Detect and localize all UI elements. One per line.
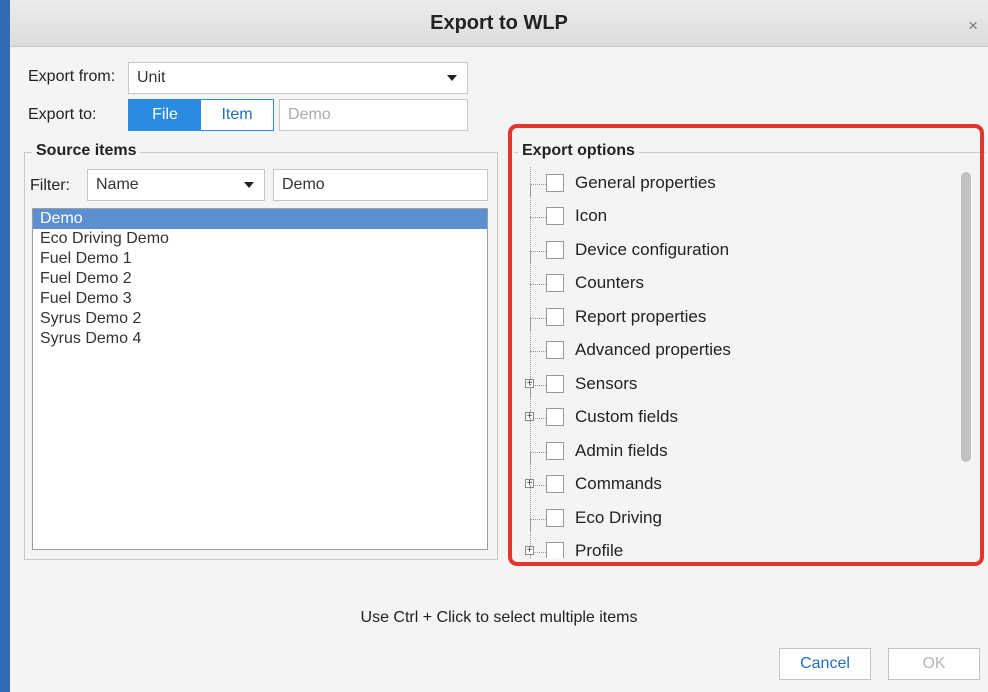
- filter-field-select[interactable]: Name: [87, 169, 265, 201]
- export-from-select[interactable]: Unit: [128, 62, 468, 94]
- export-dialog: Export to WLP × Export from: Unit Export…: [10, 0, 988, 692]
- export-name-input[interactable]: Demo: [279, 99, 468, 131]
- list-item[interactable]: Demo: [33, 209, 487, 229]
- close-icon[interactable]: ×: [968, 16, 978, 36]
- source-items-title: Source items: [32, 142, 141, 160]
- filter-field-value: Name: [96, 176, 139, 193]
- export-options-highlight-box: [508, 124, 984, 566]
- export-to-item-button[interactable]: Item: [201, 100, 273, 130]
- list-item[interactable]: Fuel Demo 2: [33, 269, 487, 289]
- filter-input[interactable]: Demo: [273, 169, 488, 201]
- dialog-titlebar: Export to WLP ×: [10, 0, 988, 47]
- filter-value: Demo: [282, 176, 325, 193]
- export-from-label: Export from:: [28, 68, 116, 85]
- export-to-label: Export to:: [28, 106, 97, 123]
- source-items-list: Demo Eco Driving Demo Fuel Demo 1 Fuel D…: [32, 208, 488, 550]
- ok-button[interactable]: OK: [888, 648, 980, 680]
- list-item[interactable]: Fuel Demo 1: [33, 249, 487, 269]
- list-item[interactable]: Eco Driving Demo: [33, 229, 487, 249]
- export-to-toggle: File Item: [128, 99, 274, 131]
- list-item[interactable]: Fuel Demo 3: [33, 289, 487, 309]
- export-from-value: Unit: [137, 69, 166, 86]
- filter-label: Filter:: [30, 177, 70, 194]
- export-to-file-button[interactable]: File: [129, 100, 201, 130]
- list-item[interactable]: Syrus Demo 4: [33, 329, 487, 349]
- multi-select-hint: Use Ctrl + Click to select multiple item…: [360, 609, 638, 626]
- chevron-down-icon: [447, 75, 457, 81]
- dialog-title: Export to WLP: [430, 12, 568, 34]
- export-name-placeholder: Demo: [288, 106, 331, 123]
- cancel-button[interactable]: Cancel: [779, 648, 871, 680]
- chevron-down-icon: [244, 182, 254, 188]
- list-item[interactable]: Syrus Demo 2: [33, 309, 487, 329]
